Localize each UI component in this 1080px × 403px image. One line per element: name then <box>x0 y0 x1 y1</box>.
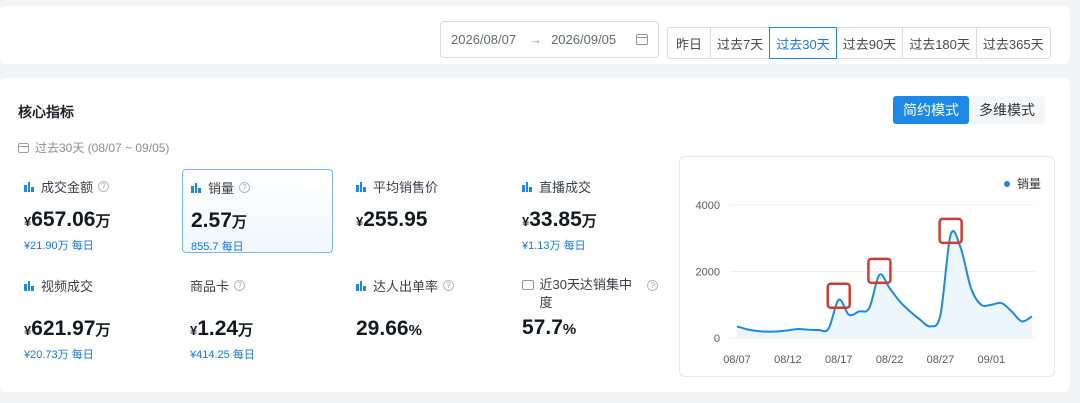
calendar-icon <box>636 34 648 45</box>
period-180d[interactable]: 过去180天 <box>902 27 977 59</box>
x-tick-label: 08/22 <box>876 354 904 366</box>
metric-video[interactable]: 视频成交 ¥621.97万 ¥20.73万 每日 <box>24 276 174 362</box>
bar-chart-icon <box>356 280 367 291</box>
metric-value: 2.57万 <box>191 209 247 232</box>
metric-label: 平均销售价 <box>373 180 439 195</box>
series-area <box>737 231 1032 338</box>
x-tick-label: 08/17 <box>825 354 853 366</box>
metric-daily: ¥20.73万 每日 <box>24 349 94 361</box>
metric-label: 商品卡 <box>190 279 230 294</box>
mode-toggle: 简约模式 多维模式 <box>893 96 1045 124</box>
metric-product-card[interactable]: 商品卡? ¥1.24万 ¥414.25 每日 <box>190 276 340 362</box>
legend-label: 销量 <box>1017 177 1041 191</box>
metric-daily: ¥414.25 每日 <box>190 349 255 361</box>
sales-trend-chart: 0 2000 4000 08/07 08/12 08/17 08/22 08/27 09/01 销… <box>679 156 1055 377</box>
simple-mode-button[interactable]: 简约模式 <box>893 96 969 124</box>
metric-avg-price[interactable]: 平均销售价 ¥255.95 <box>356 177 506 232</box>
metric-value: 57.7% <box>522 316 577 339</box>
help-icon[interactable]: ? <box>443 280 455 291</box>
metric-label: 销量 <box>208 181 235 196</box>
metric-label: 达人出单率 <box>373 279 439 294</box>
bar-chart-icon <box>356 181 367 192</box>
filter-bar: 2026/08/07 → 2026/09/05 昨日 过去7天 过去30天 过去… <box>0 6 1070 64</box>
bar-chart-icon <box>522 181 533 192</box>
range-text: 过去30天 (08/07 ~ 09/05) <box>35 141 170 155</box>
metric-gmv[interactable]: 成交金额? ¥657.06万 ¥21.90万 每日 <box>24 177 174 253</box>
y-tick-label: 0 <box>714 333 720 345</box>
metric-sales[interactable]: 销量? 2.57万 855.7 每日 <box>182 169 333 253</box>
help-icon[interactable]: ? <box>239 182 251 193</box>
metric-daily: 855.7 每日 <box>191 241 244 253</box>
metric-value: ¥621.97万 <box>24 317 111 340</box>
date-end: 2026/09/05 <box>551 32 617 47</box>
period-7d[interactable]: 过去7天 <box>710 27 771 59</box>
metric-value: ¥255.95 <box>356 208 428 231</box>
period-yesterday[interactable]: 昨日 <box>667 27 712 59</box>
date-range-picker[interactable]: 2026/08/07 → 2026/09/05 <box>440 21 659 58</box>
bar-chart-icon <box>24 181 35 192</box>
metric-label: 直播成交 <box>539 180 592 195</box>
bar-chart-icon <box>24 280 35 291</box>
core-metrics-panel: 核心指标 简约模式 多维模式 过去30天 (08/07 ~ 09/05) 成交金… <box>0 78 1070 392</box>
metric-value: ¥33.85万 <box>522 208 597 231</box>
metric-value: ¥657.06万 <box>24 208 111 231</box>
period-90d[interactable]: 过去90天 <box>835 27 904 59</box>
panel-title: 核心指标 <box>18 104 74 120</box>
range-label: 过去30天 (08/07 ~ 09/05) <box>18 139 169 156</box>
metric-creator-rate[interactable]: 达人出单率? 29.66% <box>356 276 506 341</box>
calendar-icon <box>18 142 29 153</box>
multi-mode-button[interactable]: 多维模式 <box>969 96 1045 124</box>
x-tick-label: 09/01 <box>978 354 1006 366</box>
y-tick-label: 4000 <box>696 200 720 212</box>
x-tick-label: 08/12 <box>774 354 802 366</box>
period-365d[interactable]: 过去365天 <box>975 27 1051 59</box>
metric-value: 29.66% <box>356 317 422 340</box>
period-selector: 昨日 过去7天 过去30天 过去90天 过去180天 过去365天 <box>667 27 1051 59</box>
metric-label: 成交金额 <box>41 180 94 195</box>
help-icon[interactable]: ? <box>647 280 658 291</box>
metric-value: ¥1.24万 <box>190 317 254 340</box>
metric-daily: ¥21.90万 每日 <box>24 240 94 252</box>
metric-concentration[interactable]: 近30天达销集中度? 57.7% <box>522 276 658 340</box>
metric-daily: ¥1.13万 每日 <box>522 240 586 252</box>
bar-chart-icon <box>191 182 202 193</box>
x-tick-label: 08/27 <box>927 354 955 366</box>
arrow-right-icon: → <box>529 32 543 47</box>
help-icon[interactable]: ? <box>234 280 246 291</box>
legend-dot <box>1004 181 1010 187</box>
metric-label: 近30天达销集中度 <box>539 277 632 310</box>
help-icon[interactable]: ? <box>98 181 110 192</box>
y-tick-label: 2000 <box>696 267 720 279</box>
shop-icon <box>522 280 534 290</box>
metric-label: 视频成交 <box>41 279 94 294</box>
line-chart: 0 2000 4000 08/07 08/12 08/17 08/22 08/27 09/01 销… <box>696 177 1042 366</box>
period-30d[interactable]: 过去30天 <box>769 27 837 59</box>
metric-live[interactable]: 直播成交 ¥33.85万 ¥1.13万 每日 <box>522 177 672 253</box>
date-start: 2026/08/07 <box>451 32 517 47</box>
x-tick-label: 08/07 <box>723 354 751 366</box>
